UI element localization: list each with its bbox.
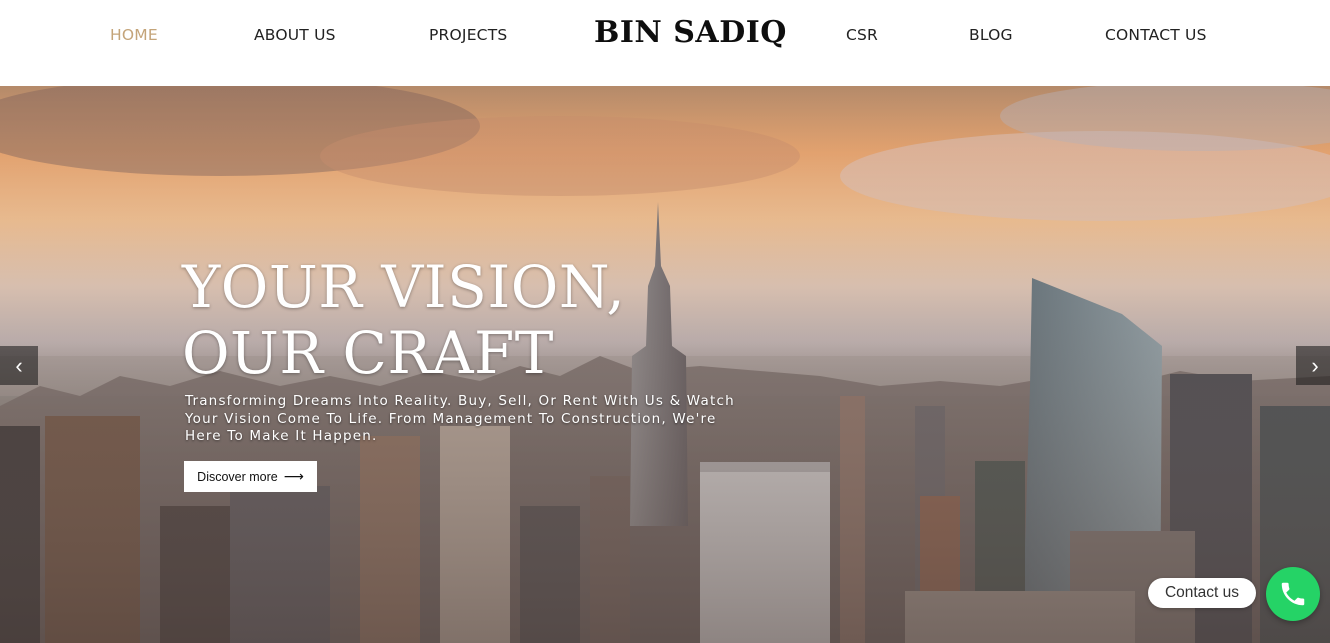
chevron-right-icon: › [1311,352,1319,378]
hero-title-line-1: YOUR VISION, [182,253,626,321]
discover-more-button[interactable]: Discover more ⟶ [184,461,317,492]
nav-about-us[interactable]: ABOUT US [254,26,336,44]
site-header: HOME ABOUT US PROJECTS BIN SADIQ CSR BLO… [0,0,1330,86]
brand-logo[interactable]: BIN SADIQ [594,15,787,50]
hero-title: YOUR VISION, OUR CRAFT [182,254,625,386]
discover-more-label: Discover more [197,469,278,484]
phone-icon [1281,582,1305,606]
nav-home[interactable]: HOME [110,26,158,44]
slider-prev-button[interactable]: ‹ [0,346,38,385]
contact-us-label-button[interactable]: Contact us [1148,578,1256,608]
nav-projects[interactable]: PROJECTS [429,26,507,44]
nav-csr[interactable]: CSR [846,26,878,44]
hero-title-line-2: OUR CRAFT [182,319,554,387]
slider-next-button[interactable]: › [1296,346,1330,385]
nav-blog[interactable]: BLOG [969,26,1013,44]
hero-subtitle: Transforming Dreams Into Reality. Buy, S… [185,393,735,444]
nav-contact-us[interactable]: CONTACT US [1105,26,1207,44]
arrow-right-icon: ⟶ [283,468,304,484]
hero-slider: YOUR VISION, OUR CRAFT Transforming Drea… [0,86,1330,643]
contact-phone-button[interactable] [1266,567,1320,621]
chevron-left-icon: ‹ [15,352,23,378]
